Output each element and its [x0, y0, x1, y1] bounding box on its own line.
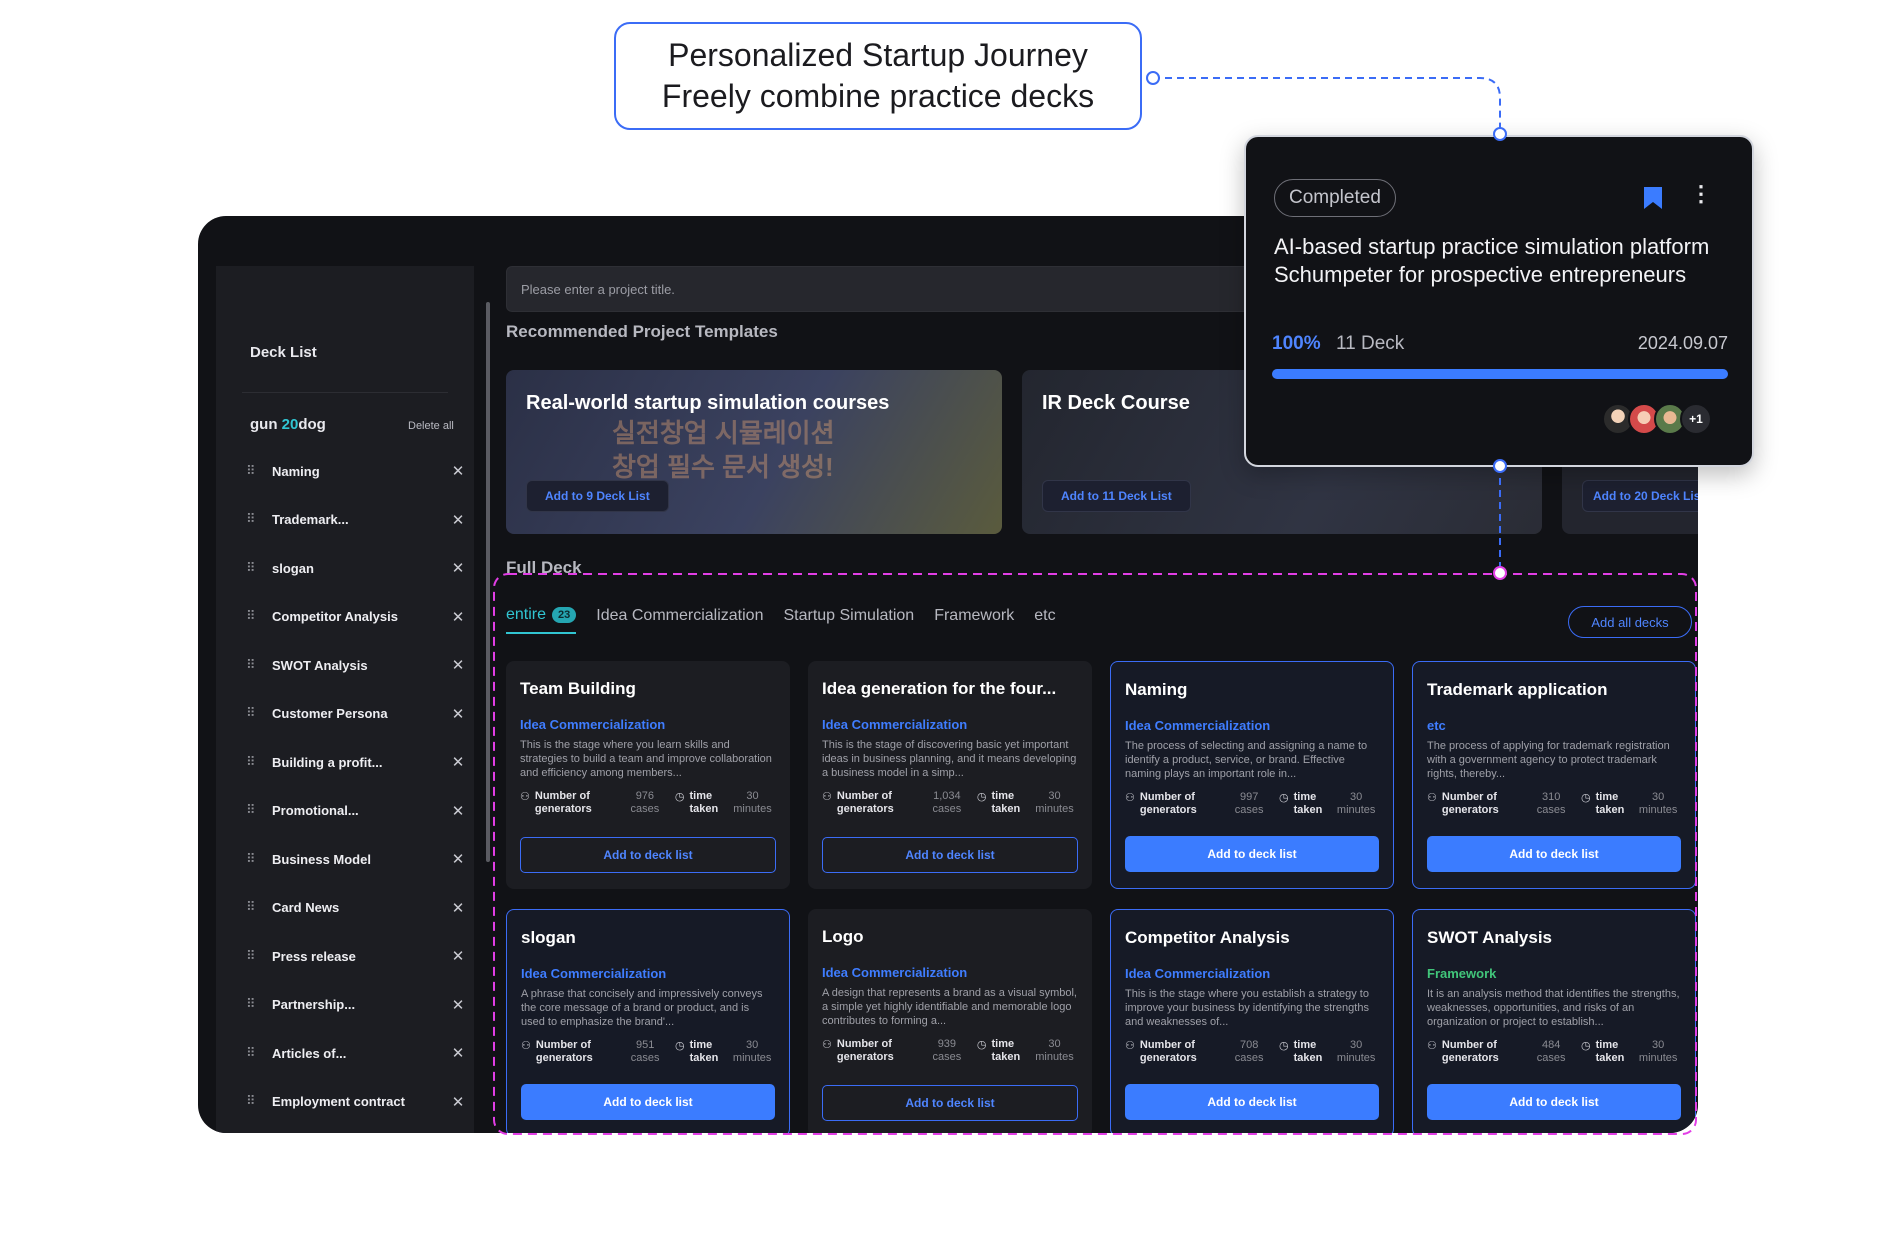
connector-overlay: [493, 77, 1697, 1135]
callout-connector-line: [1153, 77, 1501, 130]
full-deck-highlight-box: [493, 573, 1697, 1135]
connector-dot: [1493, 566, 1507, 580]
connector-dot: [1146, 71, 1160, 85]
connector-dot: [1493, 127, 1507, 141]
connector-dot: [1493, 459, 1507, 473]
